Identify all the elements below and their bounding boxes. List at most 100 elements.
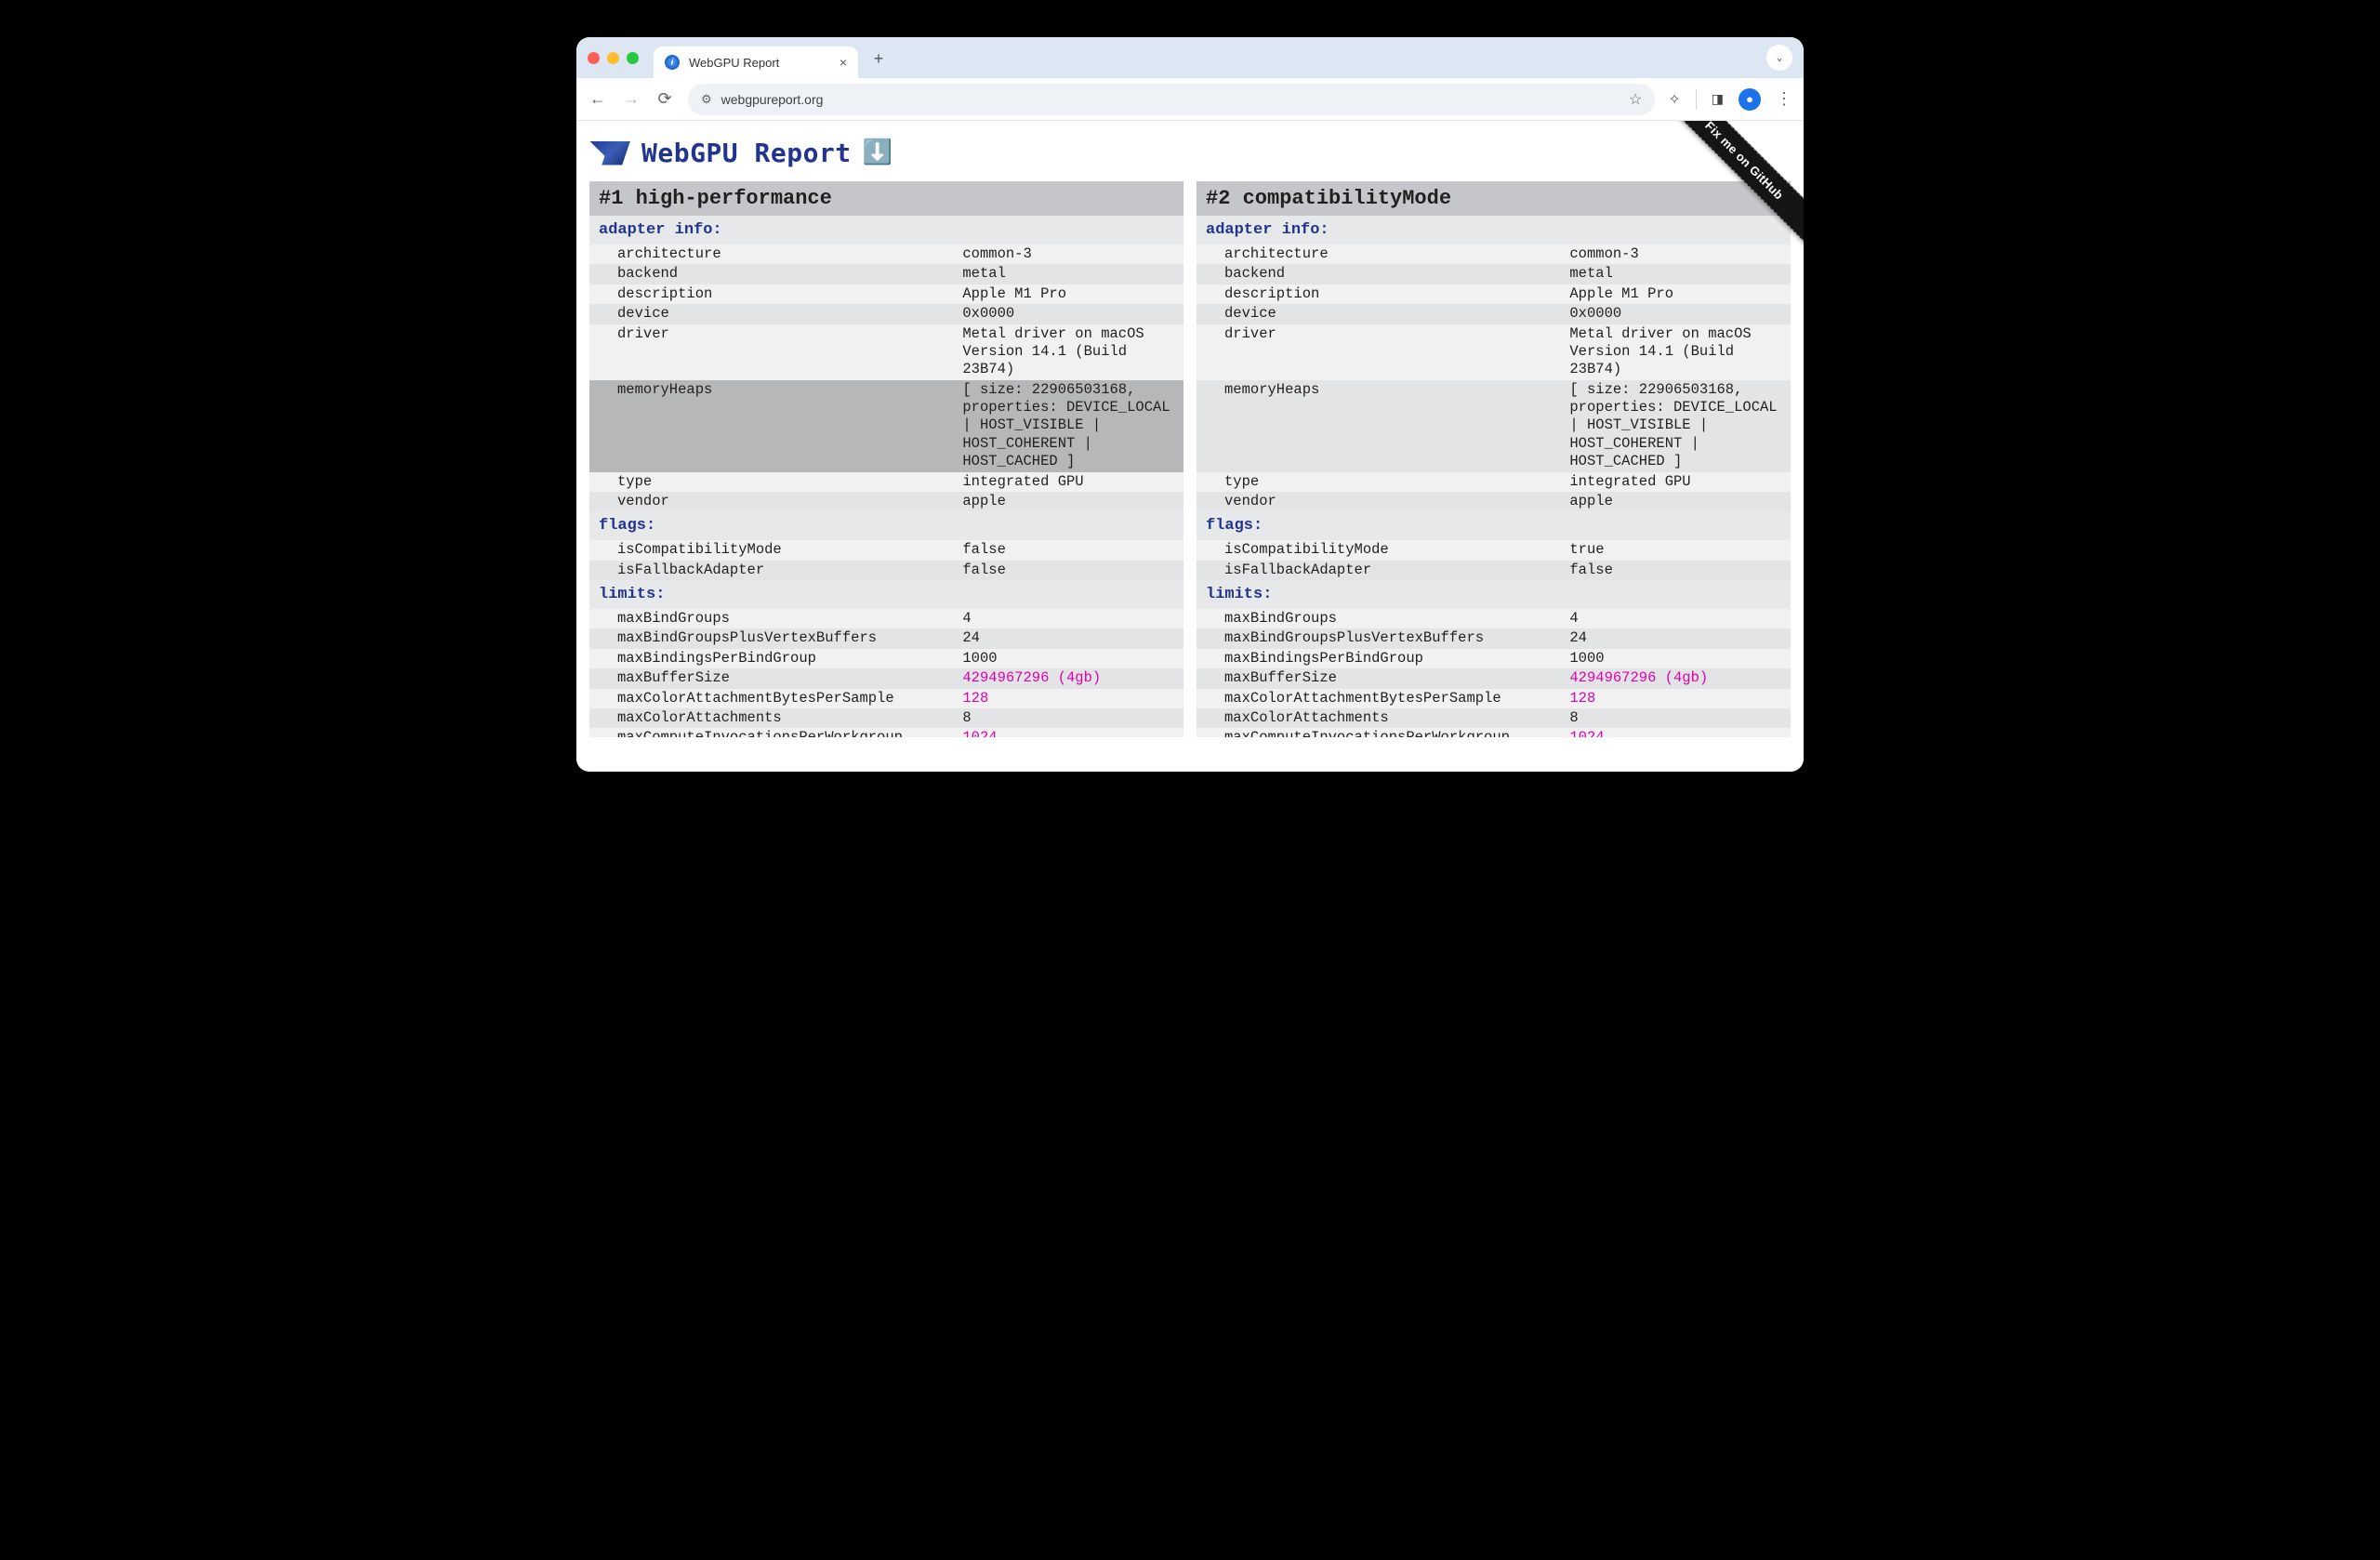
data-row: device0x0000	[589, 304, 1183, 324]
row-value: 24	[1569, 629, 1781, 647]
close-window-button[interactable]	[588, 52, 600, 64]
row-key: device	[617, 305, 962, 323]
data-row: memoryHeaps[ size: 22906503168, properti…	[1197, 380, 1791, 472]
address-bar[interactable]: ⚙ webgpureport.org ☆	[688, 84, 1655, 115]
row-value: 128	[962, 690, 1174, 707]
bookmark-star-icon[interactable]: ☆	[1629, 90, 1642, 109]
page-header: WebGPU Report ⬇️	[576, 121, 1804, 181]
row-key: maxBindingsPerBindGroup	[1224, 650, 1569, 668]
browser-tab[interactable]: i WebGPU Report ×	[654, 46, 858, 78]
close-tab-button[interactable]: ×	[840, 55, 847, 70]
tabs-dropdown-button[interactable]: ⌄	[1766, 45, 1792, 71]
report-column: #1 high-performanceadapter info:architec…	[589, 181, 1183, 737]
data-row: maxBindGroups4	[1197, 609, 1791, 628]
browser-toolbar: ← → ⟳ ⚙ webgpureport.org ☆ ✧ ◨ ● ⋮	[576, 78, 1804, 121]
data-row: backendmetal	[589, 264, 1183, 284]
row-value: 8	[1569, 709, 1781, 727]
row-value: 24	[962, 629, 1174, 647]
row-value: true	[1569, 541, 1781, 559]
webgpu-logo-icon	[589, 141, 630, 165]
data-row: maxBufferSize4294967296 (4gb)	[1197, 668, 1791, 688]
row-value: false	[962, 541, 1174, 559]
data-row: maxBindingsPerBindGroup1000	[589, 649, 1183, 668]
row-value: apple	[1569, 493, 1781, 510]
section-rows: maxBindGroups4maxBindGroupsPlusVertexBuf…	[589, 609, 1183, 737]
profile-avatar[interactable]: ●	[1739, 88, 1761, 111]
maximize-window-button[interactable]	[627, 52, 639, 64]
forward-button[interactable]: →	[621, 89, 641, 109]
minimize-window-button[interactable]	[607, 52, 619, 64]
data-row: maxColorAttachments8	[589, 708, 1183, 728]
row-value: Apple M1 Pro	[962, 285, 1174, 303]
extensions-icon[interactable]: ✧	[1668, 90, 1680, 109]
download-icon[interactable]: ⬇️	[863, 139, 892, 167]
data-row: maxColorAttachmentBytesPerSample128	[589, 689, 1183, 708]
row-value: false	[1569, 562, 1781, 579]
new-tab-button[interactable]: +	[866, 47, 892, 73]
row-key: description	[617, 285, 962, 303]
data-row: descriptionApple M1 Pro	[1197, 284, 1791, 304]
row-value: 1000	[1569, 650, 1781, 668]
data-row: isCompatibilityModetrue	[1197, 540, 1791, 560]
section-header: limits:	[589, 580, 1183, 609]
page-title: WebGPU Report	[641, 138, 852, 168]
row-value: [ size: 22906503168, properties: DEVICE_…	[1569, 381, 1781, 471]
row-key: driver	[1224, 325, 1569, 379]
window-controls	[588, 52, 639, 64]
row-value: 128	[1569, 690, 1781, 707]
data-row: backendmetal	[1197, 264, 1791, 284]
row-key: memoryHeaps	[1224, 381, 1569, 471]
browser-window: i WebGPU Report × + ⌄ ← → ⟳ ⚙ webgpurepo…	[576, 37, 1804, 772]
row-key: memoryHeaps	[617, 381, 962, 471]
row-key: isFallbackAdapter	[1224, 562, 1569, 579]
row-value: integrated GPU	[962, 473, 1174, 491]
row-key: maxBindGroupsPlusVertexBuffers	[617, 629, 962, 647]
toolbar-divider	[1696, 89, 1697, 110]
data-row: driverMetal driver on macOS Version 14.1…	[1197, 324, 1791, 380]
data-row: isFallbackAdapterfalse	[1197, 561, 1791, 580]
row-value: 1024	[962, 729, 1174, 736]
row-key: maxBindingsPerBindGroup	[617, 650, 962, 668]
data-row: isCompatibilityModefalse	[589, 540, 1183, 560]
reload-button[interactable]: ⟳	[654, 89, 675, 109]
data-row: vendorapple	[589, 492, 1183, 511]
toolbar-right: ✧ ◨ ● ⋮	[1668, 88, 1792, 111]
row-key: maxComputeInvocationsPerWorkgroup	[1224, 729, 1569, 736]
data-row: vendorapple	[1197, 492, 1791, 511]
row-key: maxBindGroups	[1224, 610, 1569, 628]
back-button[interactable]: ←	[588, 89, 608, 109]
row-value: false	[962, 562, 1174, 579]
report-column: #2 compatibilityModeadapter info:archite…	[1197, 181, 1791, 737]
row-key: vendor	[1224, 493, 1569, 510]
page-content: Fix me on GitHub WebGPU Report ⬇️ #1 hig…	[576, 121, 1804, 772]
data-row: maxColorAttachmentBytesPerSample128	[1197, 689, 1791, 708]
row-value: [ size: 22906503168, properties: DEVICE_…	[962, 381, 1174, 471]
side-panel-icon[interactable]: ◨	[1712, 91, 1724, 107]
section-header: adapter info:	[589, 216, 1183, 245]
favicon-icon: i	[665, 55, 680, 70]
row-key: maxBindGroups	[617, 610, 962, 628]
data-row: maxBindGroups4	[589, 609, 1183, 628]
row-key: maxColorAttachments	[1224, 709, 1569, 727]
data-row: maxComputeInvocationsPerWorkgroup1024	[1197, 728, 1791, 737]
tab-title: WebGPU Report	[689, 56, 779, 70]
report-columns: #1 high-performanceadapter info:architec…	[576, 181, 1804, 737]
row-value: Metal driver on macOS Version 14.1 (Buil…	[962, 325, 1174, 379]
section-rows: architecturecommon-3backendmetaldescript…	[1197, 245, 1791, 511]
row-value: 4	[1569, 610, 1781, 628]
data-row: driverMetal driver on macOS Version 14.1…	[589, 324, 1183, 380]
site-settings-icon[interactable]: ⚙	[701, 92, 712, 107]
kebab-menu-icon[interactable]: ⋮	[1776, 89, 1792, 109]
data-row: architecturecommon-3	[589, 245, 1183, 264]
row-value: 1024	[1569, 729, 1781, 736]
row-value: 1000	[962, 650, 1174, 668]
data-row: descriptionApple M1 Pro	[589, 284, 1183, 304]
row-key: description	[1224, 285, 1569, 303]
row-key: driver	[617, 325, 962, 379]
row-key: isCompatibilityMode	[1224, 541, 1569, 559]
section-rows: architecturecommon-3backendmetaldescript…	[589, 245, 1183, 511]
section-rows: isCompatibilityModefalseisFallbackAdapte…	[589, 540, 1183, 580]
data-row: typeintegrated GPU	[589, 472, 1183, 492]
column-header: #1 high-performance	[589, 181, 1183, 216]
row-key: maxColorAttachmentBytesPerSample	[617, 690, 962, 707]
